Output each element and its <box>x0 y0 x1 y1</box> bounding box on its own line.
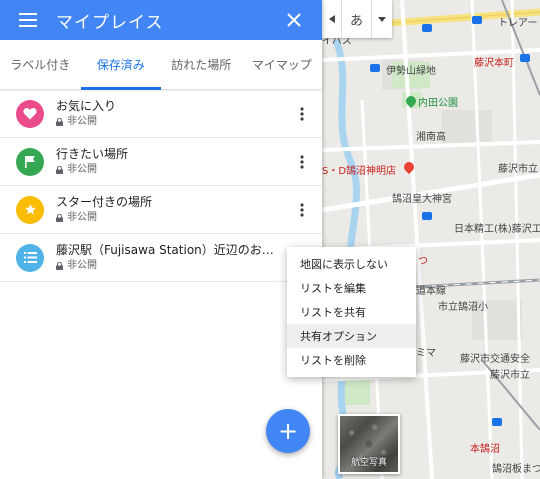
more-vert-icon <box>300 154 304 169</box>
map-label-kugenuma-fuji: 鵠沼板まつ <box>492 464 540 475</box>
lock-icon <box>56 118 63 126</box>
lock-icon <box>56 214 63 222</box>
menu-button[interactable] <box>0 0 56 40</box>
lang-toggle-button[interactable]: あ <box>342 0 372 38</box>
aerial-label: 航空写真 <box>350 458 387 468</box>
tab-visited[interactable]: 訪れた場所 <box>161 40 242 89</box>
tab-labeled[interactable]: ラベル付き <box>0 40 81 89</box>
list-item-fujisawa-station[interactable]: 藤沢駅（Fujisawa Station）近辺のおススメ… 非公開 <box>0 234 322 282</box>
saved-lists: お気に入り 非公開 行きたい場所 非公開 スター付きの場所 非公開 藤沢駅（Fu… <box>0 90 322 282</box>
map-label-uchida-koen[interactable]: 内田公園 <box>418 94 458 109</box>
my-places-panel: マイプレイス ラベル付き 保存済み 訪れた場所 マイマップ お気に入り 非公開 <box>0 0 322 479</box>
list-name: 藤沢駅（Fujisawa Station）近辺のおススメ… <box>56 243 282 257</box>
add-icon: + <box>277 417 299 445</box>
list-icon-circle <box>16 243 44 272</box>
tab-saved[interactable]: 保存済み <box>80 40 162 90</box>
list-name: スター付きの場所 <box>56 195 153 209</box>
list-item-favorites[interactable]: お気に入り 非公開 <box>0 90 322 138</box>
heart-icon <box>23 108 37 120</box>
list-name: お気に入り <box>56 99 117 113</box>
hamburger-menu-icon <box>19 13 37 27</box>
caret-left-icon <box>328 15 335 23</box>
star-icon <box>24 204 36 215</box>
map-label-nihon-seiko: 日本精工(株)藤沢工 <box>454 224 540 235</box>
list-icon <box>23 252 37 263</box>
tab-bar: ラベル付き 保存済み 訪れた場所 マイマップ <box>0 40 322 90</box>
map-label-kugenuma-sho: 市立鵠沼小 <box>438 302 488 313</box>
lock-icon <box>56 166 63 174</box>
more-options-button[interactable] <box>282 138 322 186</box>
menu-item-delete-list[interactable]: リストを削除 <box>287 348 416 372</box>
map-label-tsu: つ <box>418 256 428 267</box>
list-visibility: 非公開 <box>67 164 97 175</box>
menu-item-share-list[interactable]: リストを共有 <box>287 300 416 324</box>
lang-prev-button[interactable] <box>322 0 342 38</box>
tab-my-maps[interactable]: マイマップ <box>242 40 323 89</box>
map-label-kodaijingu: 鵠沼皇大神宮 <box>392 194 452 205</box>
menu-item-edit-list[interactable]: リストを編集 <box>287 276 416 300</box>
list-icon-circle <box>16 147 44 176</box>
list-visibility: 非公開 <box>67 260 97 271</box>
list-item-starred[interactable]: スター付きの場所 非公開 <box>0 186 322 234</box>
menu-item-hide-on-map[interactable]: 地図に表示しない <box>287 252 416 276</box>
list-icon-circle <box>16 99 44 128</box>
caret-down-icon <box>378 16 386 22</box>
more-options-button[interactable] <box>282 90 322 138</box>
list-visibility: 非公開 <box>67 212 97 223</box>
map-label-fujisawa-honmachi[interactable]: 藤沢本町 <box>474 54 514 69</box>
more-vert-icon <box>300 202 304 217</box>
map-label-isegura: 伊勢山緑地 <box>386 66 436 77</box>
add-list-button[interactable]: + <box>266 409 310 453</box>
list-item-want-to-go[interactable]: 行きたい場所 非公開 <box>0 138 322 186</box>
lock-icon <box>56 262 63 270</box>
map-label-shonan-ko: 湘南高 <box>416 132 446 143</box>
list-name: 行きたい場所 <box>56 147 129 161</box>
aerial-view-toggle[interactable]: 航空写真 <box>338 414 400 474</box>
flag-icon <box>25 156 35 168</box>
map-label-kugenuma-shinmei[interactable]: S・D鵠沼神明店 <box>322 162 396 177</box>
close-button[interactable] <box>266 0 322 40</box>
lang-dropdown-button[interactable] <box>372 0 392 38</box>
map-language-control: あ <box>322 0 392 38</box>
close-icon <box>287 13 301 27</box>
map-label-kotsu: 藤沢市交通安全 <box>460 354 530 365</box>
map-label-fujisawa-shiritsu: 藤沢市立 <box>498 164 538 175</box>
list-context-menu: 地図に表示しない リストを編集 リストを共有 共有オプション リストを削除 <box>287 247 416 377</box>
more-options-button[interactable] <box>282 186 322 234</box>
map-label-trail: トレアー <box>498 18 538 29</box>
list-icon-circle <box>16 195 44 224</box>
page-title: マイプレイス <box>56 12 164 33</box>
list-visibility: 非公開 <box>67 116 97 127</box>
more-vert-icon <box>300 106 304 121</box>
map-label-line: 道本線 <box>416 286 446 297</box>
menu-item-sharing-options[interactable]: 共有オプション <box>287 324 416 348</box>
map-canvas[interactable]: トレアー イバス 藤沢本町 伊勢山緑地 内田公園 湘南高 S・D鵠沼神明店 鵠沼… <box>322 0 540 479</box>
map-label-hon-kugenuma[interactable]: 本鵠沼 <box>470 440 500 455</box>
panel-header: マイプレイス <box>0 0 322 40</box>
map-label-shiritsu2: 藤沢市立 <box>490 370 530 381</box>
map-label-mima: ミマ <box>416 348 436 359</box>
